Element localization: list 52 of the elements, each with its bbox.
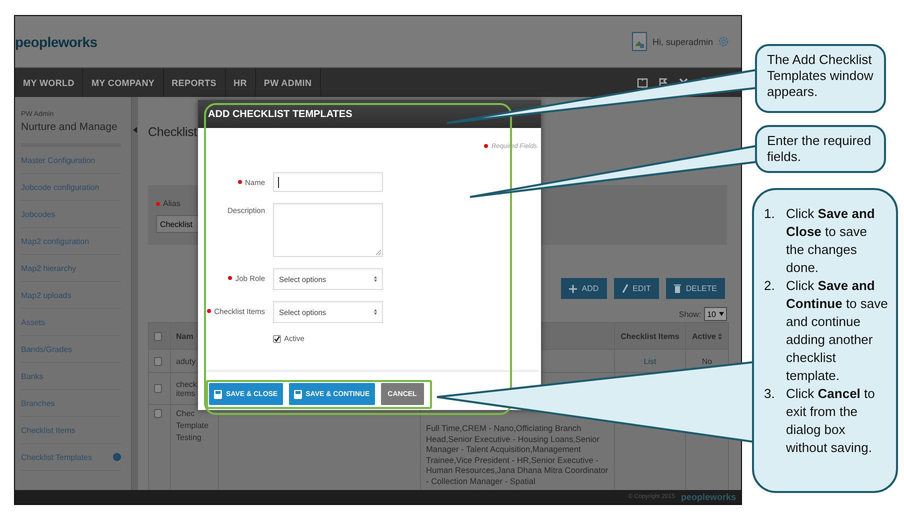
required-marker-icon xyxy=(484,144,488,148)
textarea-field[interactable] xyxy=(273,203,383,257)
step-text: Click Cancel to exit from the dialog box without saving. xyxy=(786,385,876,457)
text-input-field[interactable] xyxy=(273,172,383,192)
delete-button[interactable]: DELETE xyxy=(666,278,725,299)
step-number: 3. xyxy=(764,385,776,403)
row-checkbox[interactable] xyxy=(154,332,162,340)
add-button[interactable]: ADD xyxy=(560,278,607,299)
page-title: Checklist xyxy=(148,125,197,139)
flag-icon[interactable] xyxy=(658,77,668,88)
updown-arrow-icon xyxy=(374,309,377,315)
pencil-icon xyxy=(622,284,628,293)
step-number: 2. xyxy=(764,277,776,295)
trash-icon xyxy=(674,284,681,293)
row-checkbox[interactable] xyxy=(154,384,162,393)
settings-icon[interactable] xyxy=(718,36,729,47)
user-greeting: Hi, superadmin xyxy=(652,36,713,46)
table-cell-text: check items xyxy=(176,380,197,398)
row-checkbox[interactable] xyxy=(154,409,162,418)
callout-text: The Add Checklist Templates window appears. xyxy=(767,52,874,100)
dropdown-arrow-icon xyxy=(719,312,724,316)
edit-button[interactable]: EDIT xyxy=(614,278,659,299)
table-cell-text: aduty xyxy=(176,356,196,366)
step-number: 1. xyxy=(764,205,776,223)
table-cell-text: Chec Template Testing xyxy=(176,409,208,442)
column-header: Nam xyxy=(176,332,194,340)
sidebar-title: Nurture and Manage xyxy=(21,121,121,147)
page-size-label: Show: xyxy=(678,310,702,318)
nav-menu-item[interactable]: HR xyxy=(226,68,256,97)
book-icon[interactable] xyxy=(637,78,648,88)
nav-menu-item[interactable]: PW ADMIN xyxy=(256,68,321,97)
list-link[interactable]: List xyxy=(644,356,656,366)
callout-text: Enter the required fields. xyxy=(767,133,872,165)
column-header: Active xyxy=(692,332,722,340)
page-size-select[interactable]: 10 xyxy=(704,307,727,321)
column-header: Checklist Items xyxy=(620,332,680,340)
avatar-icon xyxy=(632,32,648,51)
table-cell-text: No xyxy=(702,356,712,366)
step-text: Click Save and Continue to save and continue adding another checklist template. xyxy=(786,277,888,385)
step-text: Click Save and Close to save the changes done. xyxy=(786,205,876,277)
nav-menu-item[interactable]: REPORTS xyxy=(164,68,226,97)
updown-arrow-icon xyxy=(374,276,377,282)
resize-grip-icon xyxy=(376,250,381,255)
table-cell-text: Full Time,CREM - Nano,Officiating Branch Head,Senior Executive - Housing Loans,Senior Manager - Talent Acquisition,Management Trainee,Vice President - HR,Senior Executive - Human Resources,Jana Dhana Mitra Coordinator - Collection Manager - Spatial xyxy=(426,423,608,486)
collapse-arrow-icon[interactable] xyxy=(133,127,137,133)
row-checkbox[interactable] xyxy=(154,356,162,366)
sort-icon[interactable] xyxy=(718,332,722,340)
footer-logo: peopleworks xyxy=(680,492,736,502)
plus-icon xyxy=(568,284,577,292)
logo: peopleworks xyxy=(15,34,98,50)
filter-label: Alias xyxy=(163,199,180,208)
checkbox[interactable] xyxy=(273,334,281,342)
